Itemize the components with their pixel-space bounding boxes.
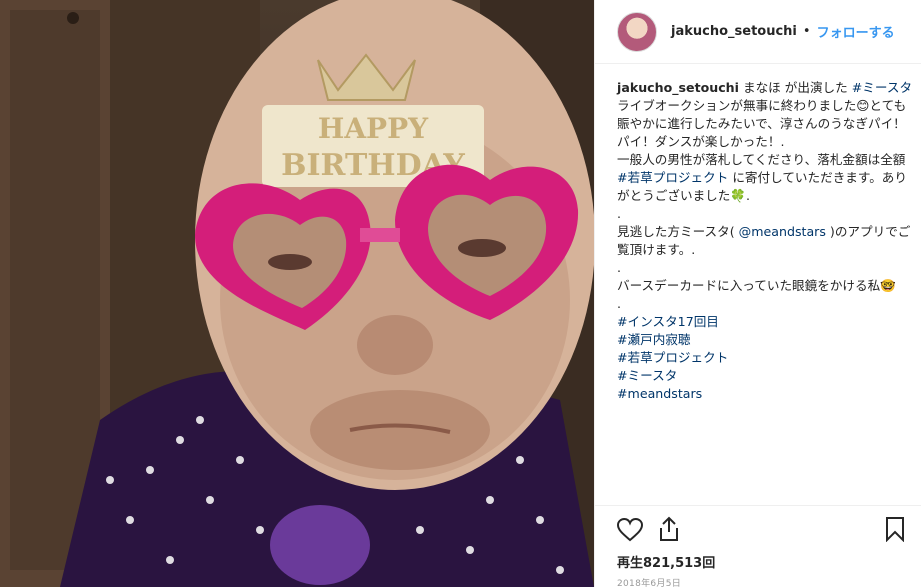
card-text-happy: HAPPY (318, 112, 429, 145)
view-count[interactable]: 再生821,513回 (617, 552, 715, 571)
caption-dot: . (617, 206, 622, 221)
bookmark-icon[interactable] (885, 516, 905, 546)
caption-text: まなほ が出演した (742, 80, 852, 95)
caption-paragraph-1: jakucho_setouchi まなほ が出演した #ミースタ ライブオークショ… (617, 79, 913, 151)
heart-icon[interactable] (616, 517, 644, 546)
caption-paragraph-2: 一般人の男性が落札してくださり、落札金額は全額 #若草プロジェクト に寄付してい… (617, 151, 913, 205)
header-separator: • (802, 24, 811, 39)
post-sidebar: jakucho_setouchi • フォローする jakucho_setouc… (594, 0, 921, 587)
post-actions: 再生821,513回 2018年6月5日 (595, 505, 921, 587)
avatar[interactable] (617, 11, 657, 52)
post-date[interactable]: 2018年6月5日 (617, 576, 681, 587)
caption-text: ライブオークションが無事に終わりました😊とても賑やかに進行したみたいで、淳さんの… (617, 98, 907, 149)
caption-paragraph-4: バースデーカードに入っていた眼鏡をかける私🤓 (617, 278, 896, 293)
caption-dot: . (617, 260, 622, 275)
post-media-video[interactable]: HAPPY BIRTHDAY (0, 0, 594, 587)
hashtag-link[interactable]: #瀬戸内寂聴 (617, 331, 913, 349)
hashtag-link[interactable]: #若草プロジェクト (617, 170, 728, 185)
hashtag-link[interactable]: #インスタ17回目 (617, 313, 913, 331)
post-header: jakucho_setouchi • フォローする (595, 0, 921, 64)
hashtag-link[interactable]: #若草プロジェクト (617, 349, 913, 367)
caption-username[interactable]: jakucho_setouchi (617, 80, 739, 95)
follow-button[interactable]: フォローする (817, 22, 895, 41)
video-frame: HAPPY BIRTHDAY (0, 0, 594, 587)
header-username[interactable]: jakucho_setouchi (671, 24, 797, 39)
hashtag-link[interactable]: #ミースタ (852, 80, 912, 95)
caption-text: 一般人の男性が落札してくださり、落札金額は全額 (617, 152, 906, 167)
caption-text: 見逃した方ミースタ( (617, 224, 739, 239)
hashtag-link[interactable]: #meandstars (617, 385, 913, 403)
mention-link[interactable]: @meandstars (739, 224, 826, 239)
share-icon[interactable] (657, 516, 681, 546)
hashtag-link[interactable]: #ミースタ (617, 367, 913, 385)
caption-paragraph-3: 見逃した方ミースタ( @meandstars )のアプリでご覧頂けます。. (617, 223, 913, 259)
caption-dot: . (617, 296, 622, 311)
post-caption: jakucho_setouchi まなほ が出演した #ミースタ ライブオークショ… (617, 79, 913, 403)
